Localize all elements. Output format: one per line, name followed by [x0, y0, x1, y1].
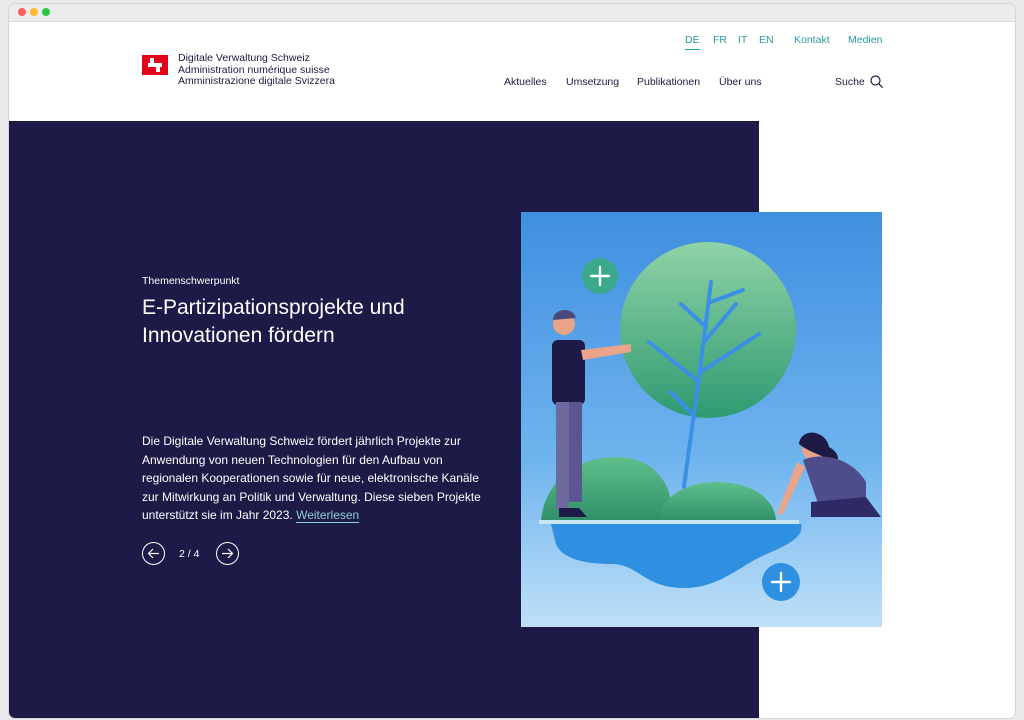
org-name-it: Amministrazione digitale Svizzera [178, 75, 335, 87]
medien-link[interactable]: Medien [848, 34, 882, 46]
search-label[interactable]: Suche [835, 76, 865, 88]
hero-eyebrow: Themenschwerpunkt [142, 275, 240, 287]
carousel-prev-button[interactable] [142, 542, 165, 565]
slide-counter: 2 / 4 [179, 548, 200, 560]
read-more-link[interactable]: Weiterlesen [296, 508, 360, 523]
hero-illustration [521, 212, 882, 627]
minimize-window-button[interactable] [30, 8, 38, 16]
swiss-cross-logo[interactable] [142, 55, 168, 75]
nav-aktuelles[interactable]: Aktuelles [504, 76, 547, 88]
lang-fr[interactable]: FR [713, 34, 727, 46]
arrow-right-icon [222, 548, 234, 559]
carousel-next-button[interactable] [216, 542, 239, 565]
kontakt-link[interactable]: Kontakt [794, 34, 830, 46]
nav-ueber-uns[interactable]: Über uns [719, 76, 762, 88]
title-bar [9, 4, 1015, 22]
lang-de[interactable]: DE [685, 34, 700, 50]
maximize-window-button[interactable] [42, 8, 50, 16]
lang-it[interactable]: IT [738, 34, 747, 46]
nav-umsetzung[interactable]: Umsetzung [566, 76, 619, 88]
nav-publikationen[interactable]: Publikationen [637, 76, 700, 88]
org-name-de: Digitale Verwaltung Schweiz [178, 52, 310, 64]
organization-name[interactable]: Digitale Verwaltung Schweiz Administrati… [178, 52, 335, 88]
hero-description: Die Digitale Verwaltung Schweiz fördert … [142, 432, 487, 525]
arrow-left-icon [147, 548, 159, 559]
hero-title: E-Partizipationsprojekte und Innovatione… [142, 296, 405, 347]
browser-window: Digitale Verwaltung Schweiz Administrati… [9, 4, 1015, 718]
close-window-button[interactable] [18, 8, 26, 16]
search-icon[interactable] [870, 75, 883, 88]
lang-en[interactable]: EN [759, 34, 774, 46]
